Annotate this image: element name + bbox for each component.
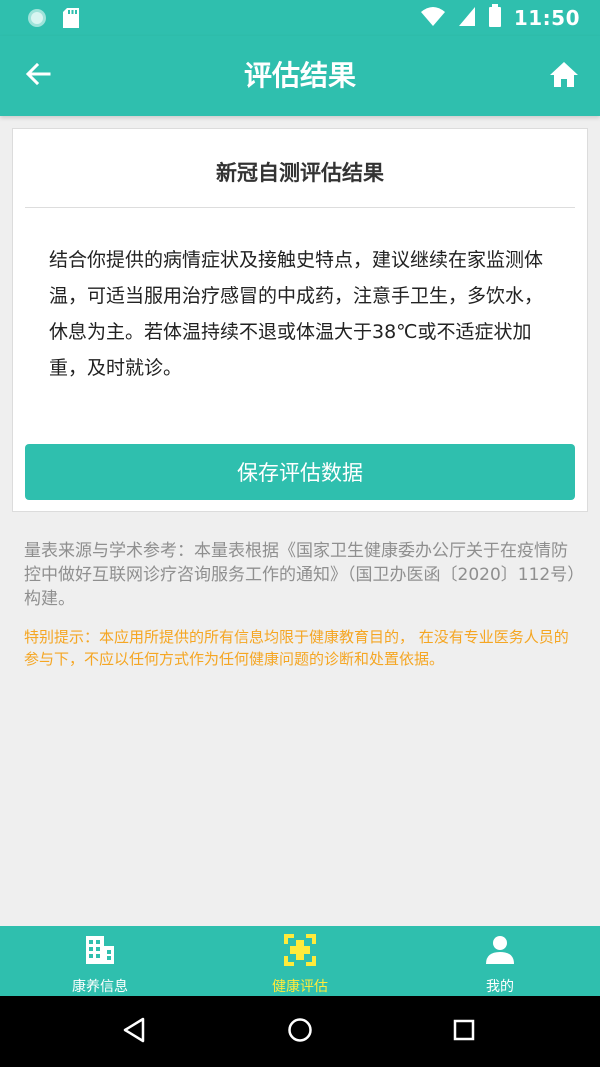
save-assessment-button[interactable]: 保存评估数据 — [25, 444, 575, 500]
home-circle-icon — [287, 1017, 313, 1047]
source-note: 量表来源与学术参考：本量表根据《国家卫生健康委办公厅关于在疫情防控中做好互联网诊… — [24, 541, 576, 609]
system-recents-button[interactable] — [446, 1014, 482, 1050]
status-bar: 11:50 — [0, 0, 600, 36]
page-title: 评估结果 — [243, 59, 356, 92]
wifi-icon — [420, 5, 446, 31]
back-triangle-icon — [122, 1017, 146, 1047]
person-icon — [484, 934, 516, 970]
nav-label: 我的 — [486, 979, 514, 995]
sd-card-icon — [62, 7, 80, 33]
system-home-button[interactable] — [282, 1014, 318, 1050]
result-card: 新冠自测评估结果 结合你提供的病情症状及接触史特点，建议继续在家监测体温，可适当… — [12, 128, 588, 512]
app-bar: 评估结果 — [0, 36, 600, 116]
nav-item-health-assessment[interactable]: 健康评估 — [200, 926, 400, 996]
recents-square-icon — [452, 1018, 476, 1046]
nav-item-mine[interactable]: 我的 — [400, 926, 600, 996]
nav-label: 健康评估 — [272, 979, 328, 995]
building-icon — [84, 934, 116, 970]
card-title: 新冠自测评估结果 — [216, 161, 384, 185]
status-time: 11:50 — [513, 6, 580, 30]
signal-icon — [458, 5, 476, 31]
system-back-button[interactable] — [116, 1014, 152, 1050]
home-button[interactable] — [546, 58, 582, 94]
status-left-icons — [26, 7, 80, 33]
nav-label: 康养信息 — [72, 979, 128, 995]
nav-item-health-info[interactable]: 康养信息 — [0, 926, 200, 996]
app-notification-icon — [26, 7, 48, 33]
status-right-icons: 11:50 — [420, 4, 580, 32]
medical-cross-icon — [284, 934, 316, 970]
system-nav-bar — [0, 996, 600, 1067]
battery-icon — [488, 4, 502, 32]
warning-note: 特别提示：本应用所提供的所有信息均限于健康教育目的， 在没有专业医务人员的参与下… — [24, 628, 569, 668]
home-icon — [549, 60, 579, 92]
assessment-text: 结合你提供的病情症状及接触史特点，建议继续在家监测体温，可适当服用治疗感冒的中成… — [49, 249, 544, 379]
divider — [25, 207, 575, 208]
bottom-nav: 康养信息 健康评估 我的 — [0, 926, 600, 996]
